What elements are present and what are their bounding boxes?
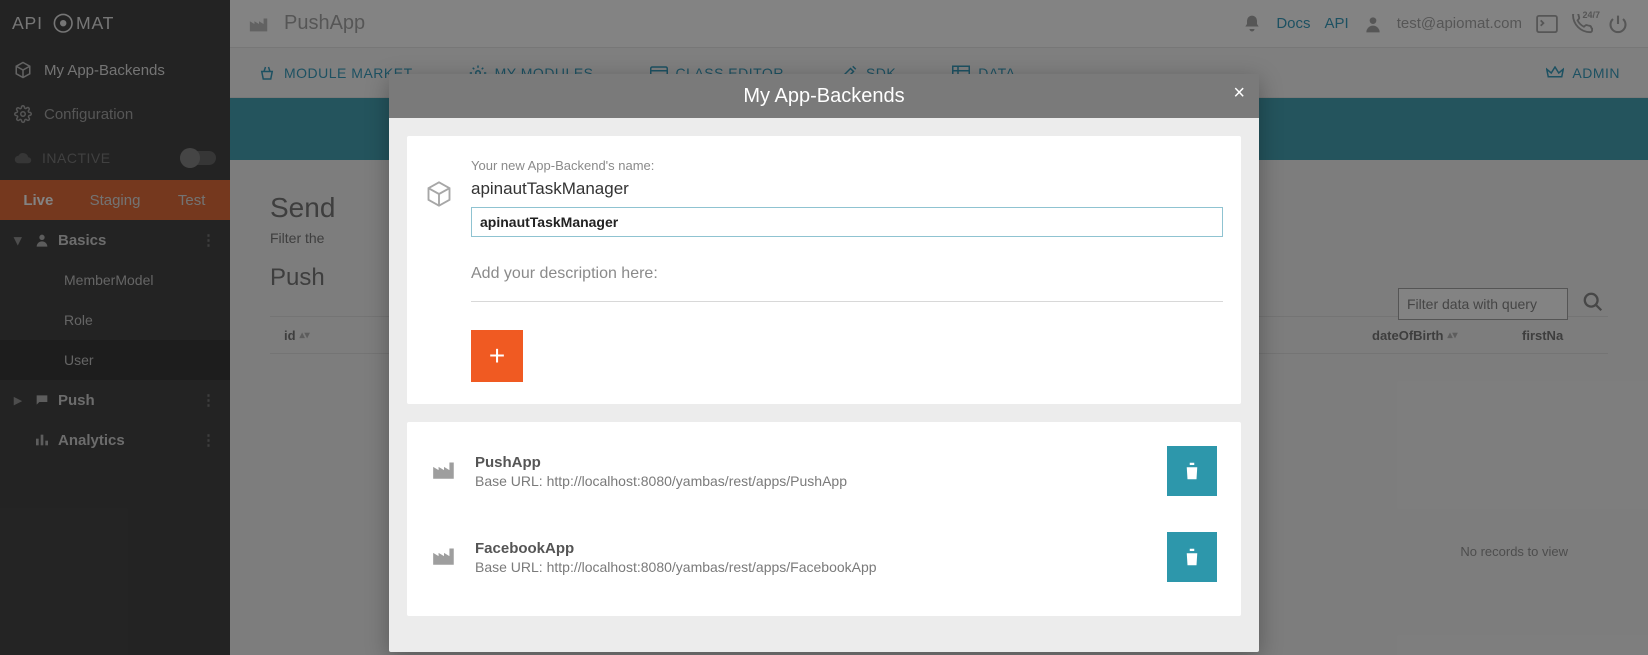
backend-url: Base URL: http://localhost:8080/yambas/r…: [475, 559, 1149, 575]
trash-icon: [1183, 461, 1201, 481]
modal-title: My App-Backends: [743, 85, 904, 108]
description-label: Add your description here:: [471, 265, 1223, 283]
divider: [471, 301, 1223, 302]
trash-icon: [1183, 547, 1201, 567]
cube-icon: [425, 158, 453, 382]
backends-list-card: PushApp Base URL: http://localhost:8080/…: [407, 422, 1241, 616]
backends-modal: My App-Backends × Your new App-Backend's…: [389, 74, 1259, 652]
new-backend-label: Your new App-Backend's name:: [471, 158, 1223, 173]
backend-name: PushApp: [475, 454, 1149, 471]
delete-backend-button[interactable]: [1167, 532, 1217, 582]
delete-backend-button[interactable]: [1167, 446, 1217, 496]
new-backend-card: Your new App-Backend's name: apinautTask…: [407, 136, 1241, 404]
backend-row[interactable]: PushApp Base URL: http://localhost:8080/…: [425, 430, 1223, 512]
backend-row[interactable]: FacebookApp Base URL: http://localhost:8…: [425, 516, 1223, 598]
factory-icon: [431, 457, 457, 486]
new-backend-name-input[interactable]: [471, 207, 1223, 237]
modal-title-bar: My App-Backends ×: [389, 74, 1259, 118]
backend-name: FacebookApp: [475, 540, 1149, 557]
add-backend-button[interactable]: +: [471, 330, 523, 382]
new-backend-name-display: apinautTaskManager: [471, 179, 1223, 199]
factory-icon: [431, 543, 457, 572]
close-icon[interactable]: ×: [1233, 82, 1245, 105]
backend-url: Base URL: http://localhost:8080/yambas/r…: [475, 473, 1149, 489]
